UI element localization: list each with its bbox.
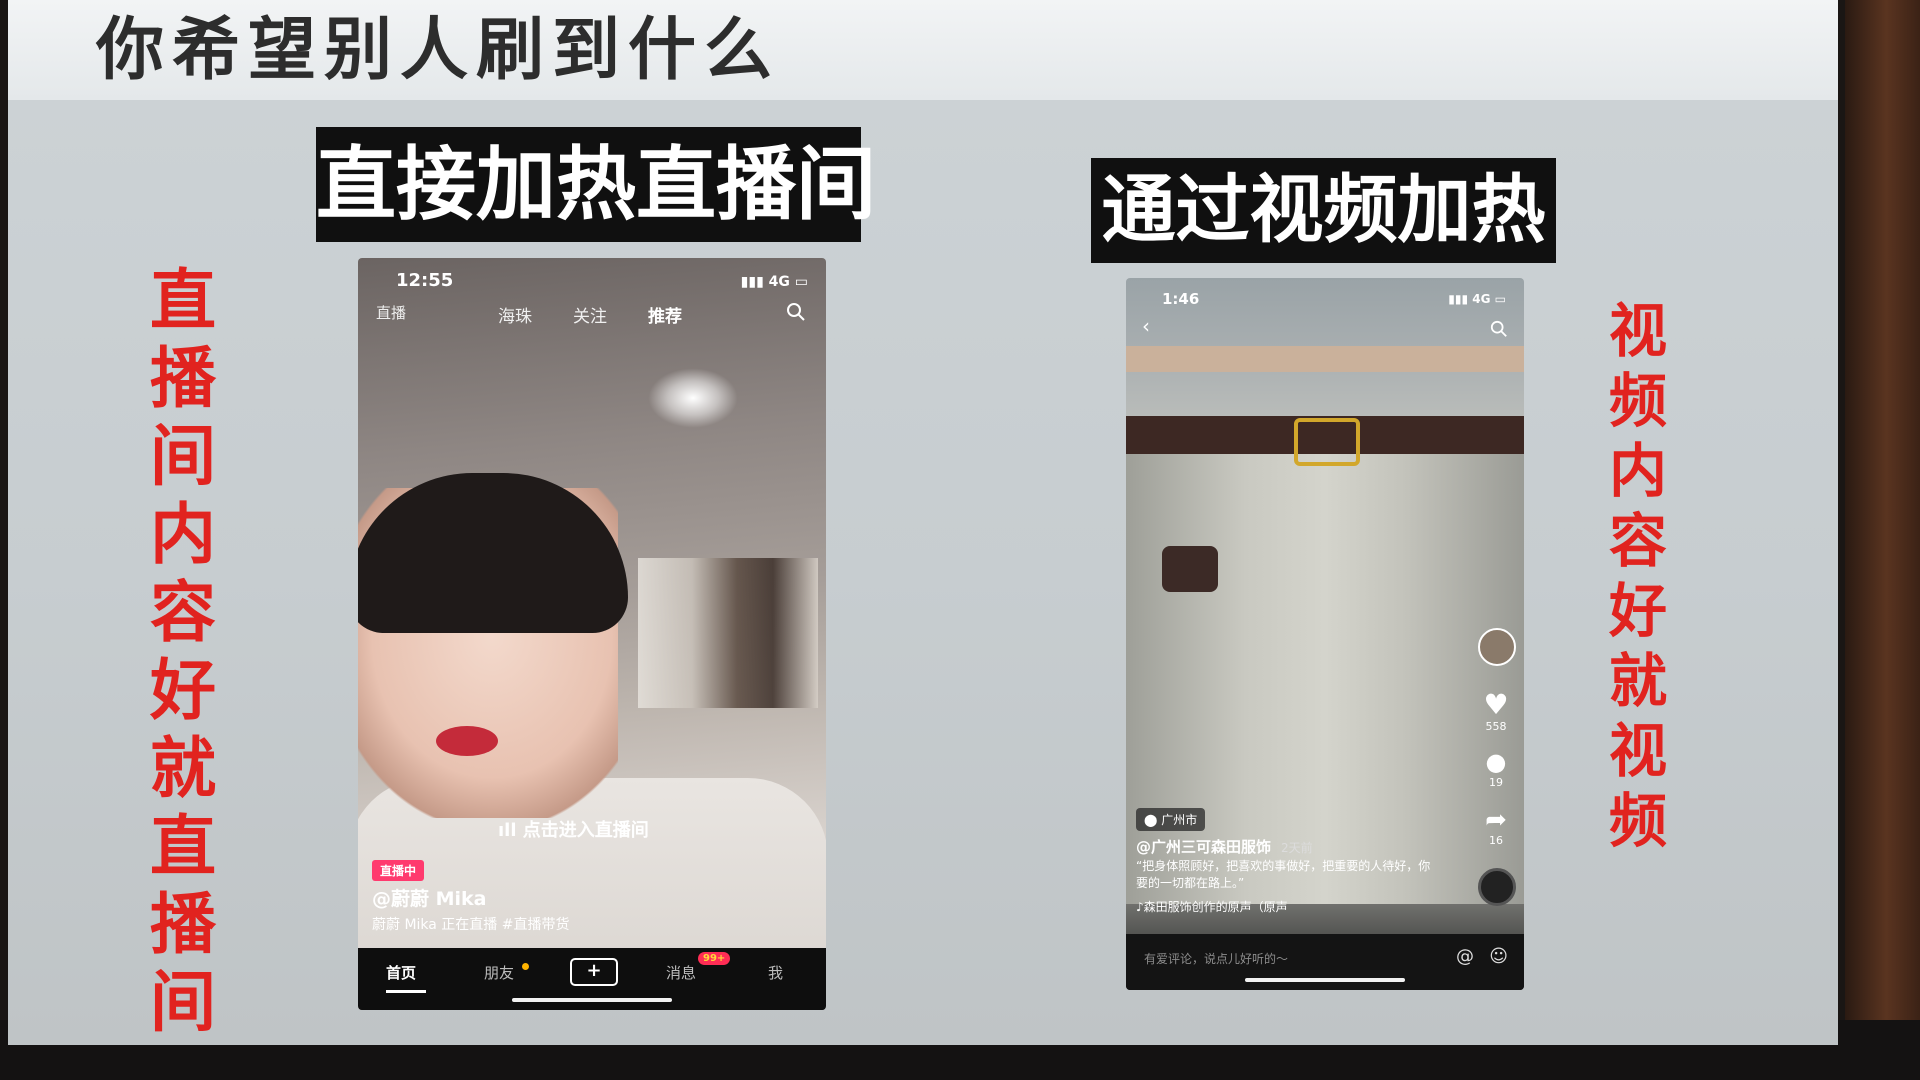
heart-icon: ♥ <box>1483 688 1509 721</box>
video-caption: “把身体照顾好，把喜欢的事做好，把重要的人待好，你要的一切都在路上。” <box>1136 859 1431 890</box>
nav-friends[interactable]: 朋友 <box>484 962 514 983</box>
comment-button[interactable]: ● 19 <box>1478 748 1514 789</box>
belt-buckle <box>1294 418 1360 466</box>
live-badge: 直播中 <box>372 860 425 881</box>
at-mention-icon[interactable]: @ <box>1456 946 1474 967</box>
status-network: ▮▮▮ 4G ▭ <box>740 274 808 290</box>
wood-frame <box>1845 0 1920 1080</box>
side-char: 播 <box>150 340 216 417</box>
home-indicator <box>512 998 672 1002</box>
music-disc-icon[interactable] <box>1478 868 1516 906</box>
sound-bars-icon: ıll <box>498 820 523 841</box>
nav-active-indicator <box>386 990 426 993</box>
side-char: 间 <box>150 418 216 495</box>
signal-icon: ▮▮▮ <box>740 274 769 290</box>
side-char: 视 <box>1608 297 1667 365</box>
left-heading: 直接加热直播间 <box>316 127 876 242</box>
nav-home[interactable]: 首页 <box>386 962 416 983</box>
presentation-slide: 你希望别人刷到什么 直接加热直播间 通过视频加热 直 播 间 内 容 好 就 直… <box>8 0 1838 1045</box>
bottom-navigation: 首页 朋友 + 消息 99+ 我 <box>358 948 826 1010</box>
pocket-patch <box>1162 546 1218 592</box>
side-char: 播 <box>150 886 216 963</box>
left-side-text: 直 播 间 内 容 好 就 直 播 间 <box>138 262 228 1042</box>
tab-haizhu[interactable]: 海珠 <box>498 302 532 327</box>
share-arrow-icon: ➦ <box>1485 805 1507 835</box>
live-stream-phone-screenshot: 12:55 ▮▮▮ 4G ▭ 直播 海珠 关注 推荐 ıll 点击进入直播间 直… <box>358 258 826 1010</box>
location-tag[interactable]: ⬤ 广州市 <box>1136 808 1206 831</box>
side-char: 就 <box>150 730 216 807</box>
streamer-username[interactable]: @蔚蔚 Mika <box>372 884 487 911</box>
comment-count: 19 <box>1489 776 1503 789</box>
location-pin-icon: ⬤ <box>1144 813 1162 827</box>
status-time: 12:55 <box>396 270 454 291</box>
side-char: 内 <box>1608 437 1667 505</box>
home-indicator <box>1245 978 1405 982</box>
nav-me[interactable]: 我 <box>768 962 783 983</box>
side-char: 视 <box>1608 717 1667 785</box>
hanger-bar <box>1126 346 1524 372</box>
like-button[interactable]: ♥ 558 <box>1478 688 1514 734</box>
side-char: 频 <box>1608 787 1667 855</box>
side-char: 直 <box>150 808 216 885</box>
right-side-text: 视 频 内 容 好 就 视 频 <box>1598 296 1678 856</box>
status-network: ▮▮▮ 4G ▭ <box>1448 292 1506 306</box>
messages-badge: 99+ <box>698 952 731 965</box>
ceiling-light <box>648 368 738 428</box>
photo-of-screen: 你希望别人刷到什么 直接加热直播间 通过视频加热 直 播 间 内 容 好 就 直… <box>0 0 1920 1080</box>
slide-title: 你希望别人刷到什么 <box>96 11 781 90</box>
friends-dot-badge <box>522 963 529 970</box>
side-char: 好 <box>1608 577 1667 645</box>
signal-icon: ▮▮▮ <box>1448 292 1473 306</box>
side-char: 容 <box>1608 507 1667 575</box>
side-char: 好 <box>150 652 216 729</box>
battery-icon: ▭ <box>1490 292 1506 306</box>
side-char: 内 <box>150 496 216 573</box>
video-author[interactable]: @广州三可森田服饰 2天前 <box>1136 836 1313 857</box>
battery-icon: ▭ <box>789 274 808 290</box>
nav-messages[interactable]: 消息 <box>666 962 696 983</box>
create-button[interactable]: + <box>570 958 618 986</box>
posted-time: 2天前 <box>1281 841 1313 855</box>
side-char: 间 <box>150 964 216 1041</box>
tab-following[interactable]: 关注 <box>573 302 607 327</box>
status-time: 1:46 <box>1162 290 1200 308</box>
back-chevron-icon[interactable]: ‹ <box>1142 314 1150 338</box>
tab-recommended[interactable]: 推荐 <box>648 302 682 327</box>
clothing-rack <box>638 558 818 708</box>
top-tabs: 海珠 关注 推荐 <box>358 302 826 332</box>
comment-bubble-icon: ● <box>1485 748 1507 776</box>
side-char: 容 <box>150 574 216 651</box>
right-heading: 通过视频加热 <box>1091 158 1556 263</box>
streamer-lips <box>436 726 498 756</box>
stream-description: 蔚蔚 Mika 正在直播 #直播带货 <box>372 917 570 933</box>
side-char: 就 <box>1608 647 1667 715</box>
music-credit[interactable]: ♪森田服饰创作的原声（原声 <box>1136 898 1288 915</box>
search-icon[interactable] <box>1490 320 1508 338</box>
share-count: 16 <box>1489 834 1503 847</box>
comment-input[interactable]: 有爱评论，说点儿好听的～ <box>1144 950 1288 967</box>
enter-live-prompt[interactable]: ıll 点击进入直播间 <box>498 816 649 842</box>
video-phone-screenshot: 1:46 ▮▮▮ 4G ▭ ‹ ♥ 558 ● 19 ➦ 16 ⬤ 广州市 @广… <box>1126 278 1524 990</box>
share-button[interactable]: ➦ 16 <box>1478 806 1514 847</box>
side-char: 直 <box>150 262 216 339</box>
author-avatar-icon[interactable] <box>1478 628 1516 666</box>
search-icon[interactable] <box>786 302 806 322</box>
emoji-icon[interactable]: ☺ <box>1489 946 1508 967</box>
comment-bar: 有爱评论，说点儿好听的～ @ ☺ <box>1126 934 1524 990</box>
side-char: 频 <box>1608 367 1667 435</box>
like-count: 558 <box>1485 720 1507 733</box>
